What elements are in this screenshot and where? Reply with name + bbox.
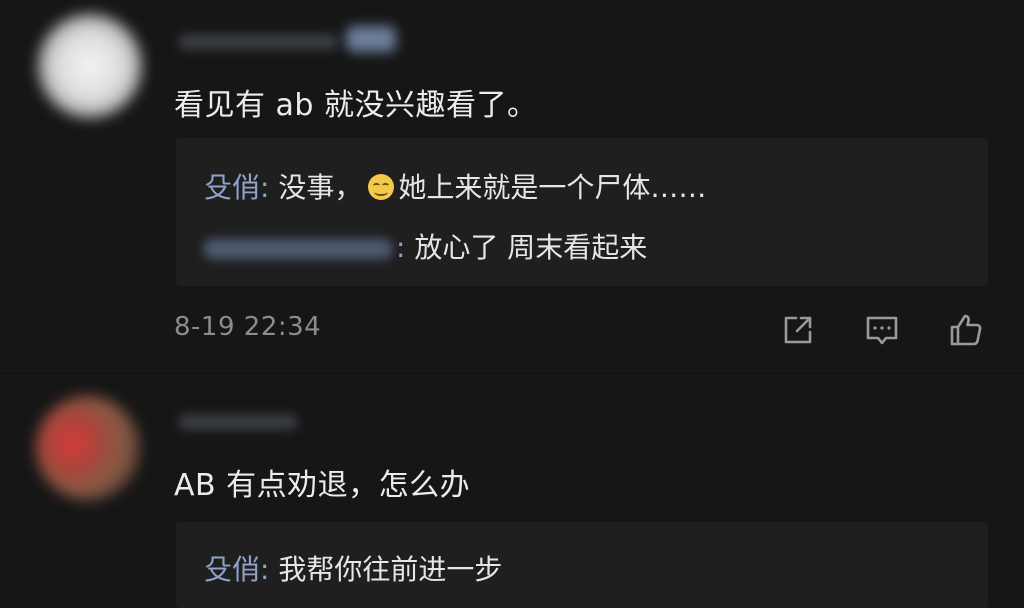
reply-separator: : (260, 171, 270, 204)
comment-item: 看见有 ab 就没兴趣看了。 殳俏: 没事， 她上来就是一个尸体…… : 放心了 … (0, 0, 1024, 372)
reply-item: 殳俏: 我帮你往前进一步 (204, 548, 502, 588)
reply-text: 没事， (278, 171, 363, 204)
reply-box[interactable]: 殳俏: 我帮你往前进一步 (176, 522, 988, 608)
comment-timestamp: 8-19 22:34 (174, 312, 322, 342)
comment-text: 看见有 ab 就没兴趣看了。 (174, 88, 538, 123)
comment-item: AB 有点劝退，怎么办 殳俏: 我帮你往前进一步 (0, 372, 1024, 608)
comment-feed: 看见有 ab 就没兴趣看了。 殳俏: 没事， 她上来就是一个尸体…… : 放心了 … (0, 0, 1024, 608)
avatar[interactable] (38, 14, 142, 118)
reply-text: 我帮你往前进一步 (278, 553, 503, 586)
reply-author-link[interactable]: 殳俏 (204, 553, 260, 586)
comment-text: AB 有点劝退，怎么办 (174, 468, 471, 503)
reply-text-continued: 她上来就是一个尸体…… (398, 171, 707, 204)
share-icon[interactable] (780, 312, 816, 348)
reply-item: : 放心了 周末看起来 (204, 226, 647, 266)
avatar[interactable] (36, 396, 140, 500)
user-badge (346, 26, 396, 52)
grinning-face-emoji-icon (368, 174, 395, 200)
reply-text: 放心了 周末看起来 (414, 231, 648, 264)
reply-box[interactable]: 殳俏: 没事， 她上来就是一个尸体…… : 放心了 周末看起来 (176, 138, 988, 286)
reply-item: 殳俏: 没事， 她上来就是一个尸体…… (204, 166, 706, 206)
comment-icon[interactable] (864, 312, 900, 348)
username-redacted[interactable] (178, 414, 298, 430)
like-icon[interactable] (948, 312, 984, 348)
username-redacted[interactable] (178, 34, 338, 50)
reply-author-redacted[interactable] (204, 239, 392, 259)
reply-separator: : (396, 231, 406, 264)
divider (0, 370, 1024, 371)
reply-author-link[interactable]: 殳俏 (204, 171, 260, 204)
reply-separator: : (260, 553, 270, 586)
